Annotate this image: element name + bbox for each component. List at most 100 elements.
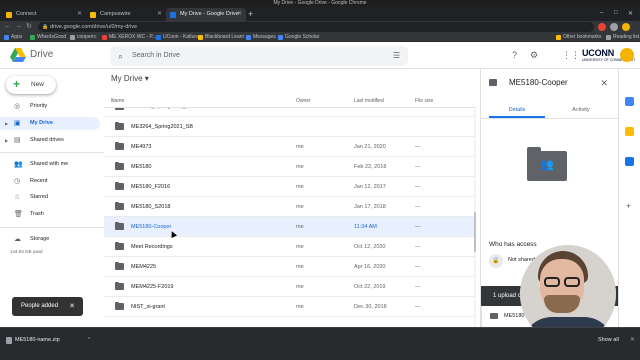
show-all-button[interactable]: Show all [598,335,619,345]
bookmark-icon [30,35,35,40]
tab-label: Connect [16,11,37,17]
close-icon[interactable]: ✕ [69,297,75,316]
tab-my-drive[interactable]: My Drive - Google Drive ✕ [166,8,246,21]
bookmark-other[interactable]: Other bookmarks [556,33,601,42]
new-button-label: New [31,81,45,88]
sidebar-item-trash[interactable]: 🗑 Trash [0,208,100,221]
tab-details[interactable]: Details [489,104,545,118]
folder-icon [115,302,124,310]
snackbar-toast: People added ✕ [12,297,83,316]
shared-folder-icon [115,222,124,230]
bookmark-cooperrc[interactable]: cooperrc [70,33,96,42]
bookmark-xerox[interactable]: ME XEROX WC - P... [102,33,156,42]
sidebar-item-shared-drives[interactable]: ▶ ▤ Shared drives [0,134,100,147]
apps-grid-icon[interactable]: ⋮⋮ [562,50,580,61]
table-row[interactable]: ME4973 me Jan 21, 2020 — [104,137,476,157]
address-bar[interactable]: 🔒 drive.google.com/drive/u/0/my-drive [38,22,594,32]
sidebar-item-my-drive[interactable]: ▶ ▣ My Drive [0,117,100,130]
maximize-icon[interactable]: □ [614,10,618,16]
file-owner: me [296,164,304,170]
close-icon[interactable]: ✕ [600,77,608,89]
extensions-puzzle-icon[interactable] [610,23,618,31]
column-owner[interactable]: Owner [296,94,311,108]
tab-campuswire[interactable]: Campuswire ✕ [86,8,166,21]
close-icon[interactable]: ✕ [630,335,635,345]
bookmark-blackboard[interactable]: Blackboard Learn [198,33,244,42]
close-icon[interactable]: ✕ [77,8,82,21]
keep-icon[interactable] [625,127,634,136]
bookmark-icon [70,35,75,40]
bookmark-scholar[interactable]: Google Scholar [278,33,319,42]
add-addon-plus-icon[interactable]: + [626,201,631,211]
column-last-modified[interactable]: Last modified [354,94,384,108]
forward-arrow-icon[interactable]: → [15,22,22,32]
close-icon[interactable]: ✕ [237,8,242,21]
file-owner: me [296,264,304,270]
search-icon[interactable]: ⌕ [118,50,123,62]
account-avatar[interactable] [620,48,634,62]
new-button[interactable]: + New [6,76,56,94]
reload-icon[interactable]: ↻ [26,22,32,32]
file-modified: Feb 22, 2018 [354,164,387,170]
table-row[interactable]: NIST_si-grant me Dec 30, 2018 — [104,297,476,317]
table-row[interactable]: MEM4225-F2019 me Oct 22, 2019 — [104,277,476,297]
minimize-icon[interactable]: – [600,10,603,16]
bookmark-reading-list[interactable]: Reading list [606,33,639,42]
help-icon[interactable]: ? [512,50,517,61]
tab-connect[interactable]: Connect ✕ [2,8,86,21]
chevron-down-icon[interactable]: ▾ [145,74,149,83]
table-row[interactable]: ME5180_S2018 me Jan 17, 2018 — [104,197,476,217]
sidebar-item-starred[interactable]: ☆ Starred [0,191,100,204]
search-options-icon[interactable]: ☰ [393,51,400,61]
download-item[interactable]: ME5180-name.zip [6,335,60,345]
webcam-person-beard [544,295,580,313]
new-tab-plus-icon[interactable]: + [248,9,253,20]
extension-icon[interactable] [598,23,606,31]
sidebar-divider [0,227,104,228]
bookmark-wheningood[interactable]: WhenIsGood [30,33,66,42]
connect-favicon-icon [6,12,12,18]
table-row-selected[interactable]: ME5180-Cooper me 11:34 AM — [104,217,476,237]
window-close-icon[interactable]: ✕ [628,10,633,17]
expand-caret-icon[interactable]: ▶ [5,117,8,130]
sidebar-item-recent[interactable]: ◷ Recent [0,175,100,188]
bookmark-apps[interactable]: Apps [4,33,22,42]
bookmark-icon [102,35,107,40]
file-modified: Apr 16, 2020 [354,264,386,270]
file-owner: me [296,224,304,230]
folder-icon [115,142,124,150]
settings-gear-icon[interactable]: ⚙ [530,50,538,61]
table-row[interactable]: MEM4225 me Apr 16, 2020 — [104,257,476,277]
clock-icon: ◷ [14,178,21,185]
breadcrumb[interactable]: My Drive ▾ [111,73,149,85]
scrollbar-thumb[interactable] [474,212,476,252]
sidebar-item-shared-with-me[interactable]: 👥 Shared with me [0,158,100,171]
table-row[interactable]: ME3264_Spring2021_SB [104,117,476,137]
bookmark-icon [246,35,251,40]
close-icon[interactable]: ✕ [157,8,162,21]
table-row[interactable]: ME5180_F2016 me Jan 12, 2017 — [104,177,476,197]
file-modified: 11:34 AM [354,224,377,230]
bookmark-kaltura[interactable]: UConn - Kaltura [156,33,199,42]
sidebar-item-priority[interactable]: ◎ Priority [0,100,100,113]
folder-icon [556,35,561,40]
bookmark-messages[interactable]: Messages [246,33,276,42]
back-arrow-icon[interactable]: ← [4,22,11,32]
tab-activity[interactable]: Activity [553,104,609,116]
tab-label: My Drive - Google Drive [180,11,239,17]
table-row[interactable]: Meet Recordings me Oct 12, 2020 — [104,237,476,257]
search-input[interactable]: Search in Drive [132,46,180,66]
search-bar[interactable]: ⌕ Search in Drive ☰ [110,46,408,66]
tasks-icon[interactable] [625,157,634,166]
sidebar-item-storage[interactable]: ☁ Storage [0,233,100,246]
expand-caret-icon[interactable]: ▶ [5,134,8,147]
table-row[interactable]: ME3264_Spring2021_Mechanics [104,108,476,117]
column-file-size[interactable]: File size [415,94,433,108]
profile-avatar-icon[interactable] [622,23,630,31]
calendar-icon[interactable] [625,97,634,106]
reading-list-icon [606,35,611,40]
chevron-up-icon[interactable]: ^ [88,335,90,345]
file-size: — [415,224,421,230]
table-row[interactable]: ME5180 me Feb 22, 2018 — [104,157,476,177]
shared-folder-preview-icon: 👥 [527,147,567,181]
